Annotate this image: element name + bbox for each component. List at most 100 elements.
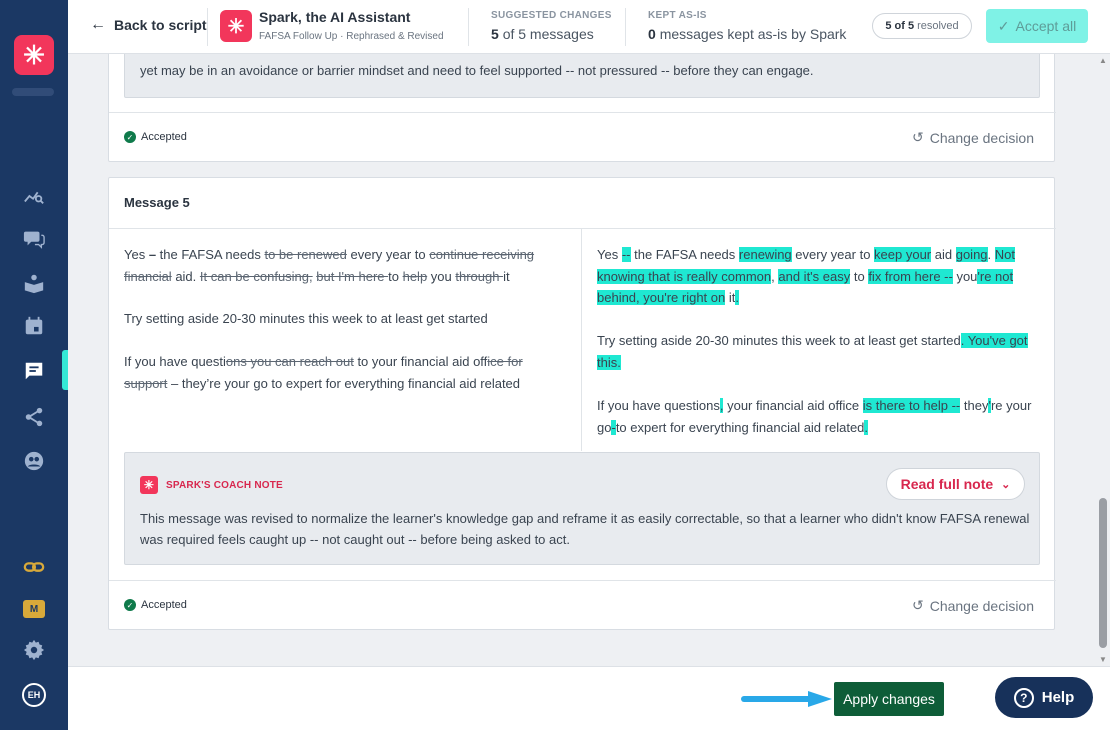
text-segment: it [725,290,736,305]
divider [468,8,469,46]
message-header: Message 5 [109,178,1056,229]
app-logo[interactable]: ✳ [14,35,54,75]
added-text: fix from here -- [868,268,953,284]
text-segment: to [850,268,869,284]
analytics-icon[interactable] [22,184,46,208]
added-text: and it's easy [778,268,851,284]
coach-note-panel: yet may be in an avoidance or barrier mi… [124,54,1040,98]
left-nav-rail: ✳ M EH [0,0,68,730]
text-segment: the FAFSA needs [630,247,739,262]
text-segment: it [503,268,510,284]
spark-logo-icon: ✳ [220,10,252,42]
review-header: ← Back to script ✳ Spark, the AI Assista… [68,0,1110,54]
text-segment: aid [931,247,956,262]
back-to-script-link[interactable]: ← Back to script [90,16,207,34]
revised-paragraph-1: Yes -- the FAFSA needs renewing every ye… [597,244,1047,309]
added-text: . [864,419,869,435]
text-segment: – they’re your go to expert for everythi… [167,375,521,391]
text-segment: – [148,247,157,262]
text-segment: aid. [171,268,200,284]
scroll-down-icon[interactable]: ▼ [1099,655,1107,664]
text-segment: Yes [124,247,149,262]
text-segment: they [960,398,989,413]
link-icon[interactable] [22,555,46,579]
text-segment: Try setting aside 20-30 minutes this wee… [124,311,488,326]
text-segment: Try setting aside 20-30 minutes this wee… [597,333,961,348]
change-decision-button[interactable]: ↺ Change decision [912,129,1034,146]
coach-note-panel: ✳ SPARK'S COACH NOTE Read full note ⌄ Th… [124,452,1040,565]
added-text: going [955,247,988,262]
original-paragraph-1: Yes – the FAFSA needs to be renewed ever… [124,244,564,287]
check-icon: ✓ [997,17,1010,34]
book-reader-icon[interactable] [22,271,46,295]
question-icon: ? [1013,687,1034,708]
review-content[interactable]: yet may be in an avoidance or barrier mi… [68,54,1110,666]
message-card-4: yet may be in an avoidance or barrier mi… [108,54,1056,162]
original-paragraph-2: Try setting aside 20-30 minutes this wee… [124,308,564,330]
chat-bubbles-icon[interactable] [22,227,46,251]
original-paragraph-3: If you have questions you can reach out … [124,351,564,394]
resolved-count-badge: 5 of 5 resolved [872,13,972,39]
help-button[interactable]: ? Help [995,677,1093,718]
text-segment: to expert for everything financial aid r… [615,419,865,435]
accept-all-button[interactable]: ✓ Accept all [986,9,1088,43]
deleted-text: to be renewed [264,247,347,262]
text-segment: If you have questi [124,354,226,369]
message-card-5: Message 5 Yes – the FAFSA needs to be re… [108,177,1056,630]
added-text: keep your [874,247,932,262]
deleted-text: ons you can reach out [225,354,354,369]
text-segment: to your financial aid off [353,354,488,369]
text-segment: Yes [597,247,622,262]
kept-as-is-value: 0 messages kept as-is by Spark [648,26,847,42]
deleted-text: but I'm here [316,268,389,284]
text-segment: you [427,268,456,284]
back-label: Back to script [114,17,207,33]
coach-note-header: ✳ SPARK'S COACH NOTE [140,476,283,494]
undo-icon: ↺ [911,597,924,613]
change-decision-button[interactable]: ↺ Change decision [912,597,1034,614]
check-circle-icon: ✓ [124,131,136,143]
text-segment: you [952,268,978,284]
module-badge[interactable]: M [23,600,45,618]
undo-icon: ↺ [911,129,924,145]
revised-paragraph-3: If you have questions, your financial ai… [597,395,1047,438]
apply-changes-button[interactable]: Apply changes [834,682,944,716]
scroll-up-icon[interactable]: ▲ [1099,56,1107,65]
calendar-icon[interactable] [22,314,46,338]
card-footer: ✓ Accepted ↺ Change decision [109,580,1056,630]
gear-icon[interactable] [22,638,46,662]
added-text: renewing [738,247,792,262]
text-segment: every year to [346,247,430,262]
deleted-text: through [455,268,504,284]
community-icon[interactable] [22,449,46,473]
accepted-status: ✓ Accepted [124,131,187,143]
message-title: Message 5 [124,195,190,210]
deleted-text: help [402,268,428,284]
revised-paragraph-2: Try setting aside 20-30 minutes this wee… [597,330,1047,373]
pointer-arrow-icon [741,691,832,707]
original-message-column: Yes – the FAFSA needs to be renewed ever… [109,229,582,451]
scrollbar-thumb[interactable] [1099,498,1107,648]
divider [207,8,208,46]
text-segment: every year to [791,247,875,262]
messages-icon[interactable] [22,359,46,383]
page-subtitle: FAFSA Follow Up · Rephrased & Revised [259,31,444,42]
read-full-note-button[interactable]: Read full note ⌄ [886,468,1025,500]
user-avatar[interactable]: EH [22,683,46,707]
deleted-text: It can be confusing, [199,268,313,284]
added-text: . [735,290,739,305]
text-segment: the FAFSA needs [156,247,265,262]
text-segment: your financial aid office [723,398,863,413]
vertical-scrollbar[interactable]: ▲ ▼ [1098,54,1108,666]
spark-icon: ✳ [140,476,158,494]
revised-message-column: Yes -- the FAFSA needs renewing every ye… [582,229,1056,451]
coach-note-text: This message was revised to normalize th… [140,511,1030,547]
suggested-changes-label: SUGGESTED CHANGES [491,10,612,21]
coach-note-text: yet may be in an avoidance or barrier mi… [140,63,814,78]
share-nodes-icon[interactable] [22,405,46,429]
chevron-down-icon: ⌄ [1001,478,1011,491]
page-title: Spark, the AI Assistant [259,9,411,25]
text-segment: . [987,247,995,262]
kept-as-is-label: KEPT AS-IS [648,10,707,21]
org-name-blurred [12,88,54,96]
